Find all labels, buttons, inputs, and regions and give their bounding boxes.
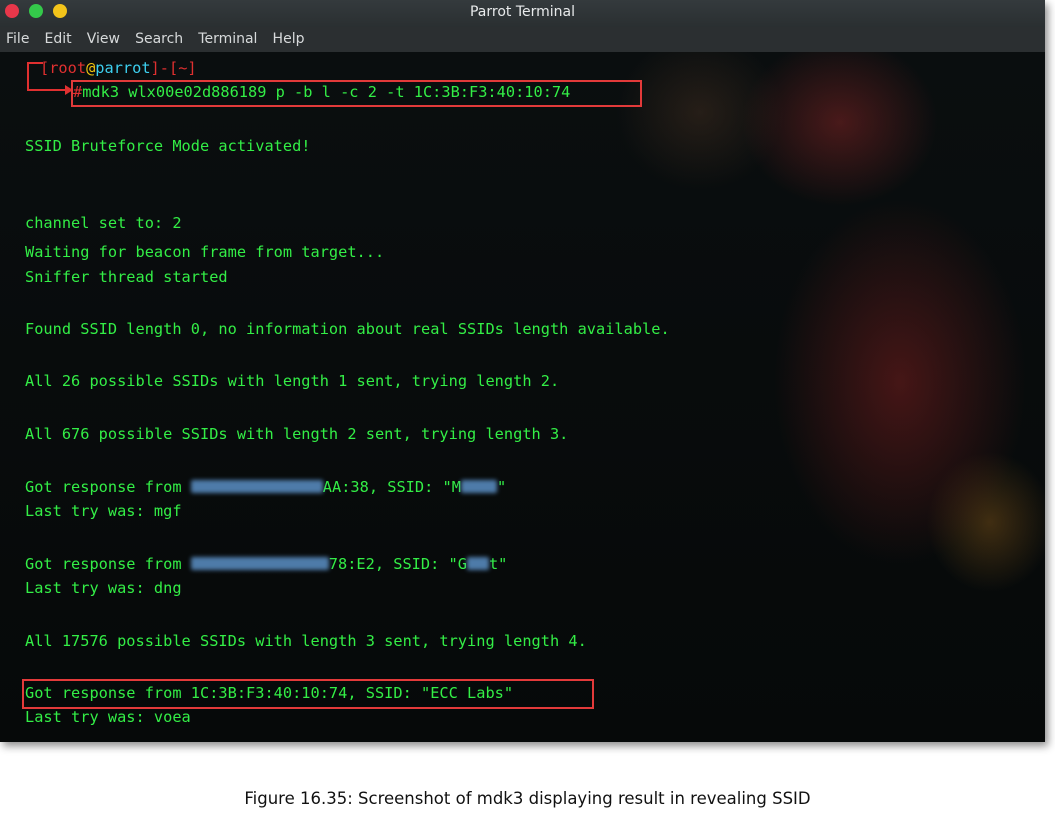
response-ssid-suffix: t" (488, 555, 508, 573)
response-ssid-prefix: , SSID: "G (374, 555, 467, 573)
output-final-last-try-line: Last try was: voea (25, 708, 191, 726)
output-channel-line: channel set to: 2 (25, 214, 182, 232)
output-response-line-1: Got response from AA:38, SSID: "M " (25, 478, 506, 496)
output-found-length-line: Found SSID length 0, no information abou… (25, 320, 670, 338)
redacted-mac (190, 480, 323, 493)
menu-search[interactable]: Search (131, 27, 187, 52)
response-mac-suffix: 78:E2 (328, 555, 375, 573)
terminal-window: Parrot Terminal File Edit View Search Te… (0, 0, 1045, 742)
output-last-try-line-2: Last try was: dng (25, 579, 182, 597)
output-response-line-2: Got response from 78:E2, SSID: "G t" (25, 555, 507, 573)
output-length2-line: All 676 possible SSIDs with length 2 sen… (25, 425, 569, 443)
command-highlight-box (71, 80, 642, 107)
response-ssid-suffix: " (496, 478, 507, 496)
prompt-bracket: [ (40, 59, 50, 77)
redacted-mac (190, 557, 329, 570)
prompt-arrow-line (27, 89, 67, 91)
prompt-bracket-close: ] (187, 59, 197, 77)
response-ssid-prefix: , SSID: "M (368, 478, 461, 496)
response-prefix: Got response from (25, 555, 191, 573)
redacted-ssid (466, 557, 489, 570)
output-waiting-line: Waiting for beacon frame from target... (25, 243, 385, 261)
prompt-at: @ (86, 59, 96, 77)
prompt-user: root (49, 59, 87, 77)
redacted-ssid (460, 480, 497, 493)
figure-caption: Figure 16.35: Screenshot of mdk3 display… (244, 789, 811, 808)
ssid-highlight-box (22, 679, 594, 709)
prompt-separator: ]-[ (150, 59, 179, 77)
menu-file[interactable]: File (0, 27, 33, 52)
output-length1-line: All 26 possible SSIDs with length 1 sent… (25, 372, 560, 390)
output-last-try-line-1: Last try was: mgf (25, 502, 182, 520)
window-title: Parrot Terminal (469, 4, 576, 20)
title-bar: Parrot Terminal (0, 0, 1045, 27)
shell-prompt: [root@parrot]-[~] (40, 59, 197, 77)
output-length3-line: All 17576 possible SSIDs with length 3 s… (25, 632, 587, 650)
response-prefix: Got response from (25, 478, 191, 496)
menu-bar: File Edit View Search Terminal Help (0, 27, 1045, 52)
menu-help[interactable]: Help (269, 27, 309, 52)
output-mode-line: SSID Bruteforce Mode activated! (25, 137, 311, 155)
menu-terminal[interactable]: Terminal (194, 27, 261, 52)
output-sniffer-line: Sniffer thread started (25, 268, 228, 286)
prompt-host: parrot (95, 59, 151, 77)
menu-edit[interactable]: Edit (41, 27, 76, 52)
menu-view[interactable]: View (83, 27, 124, 52)
response-mac-suffix: AA:38 (322, 478, 369, 496)
